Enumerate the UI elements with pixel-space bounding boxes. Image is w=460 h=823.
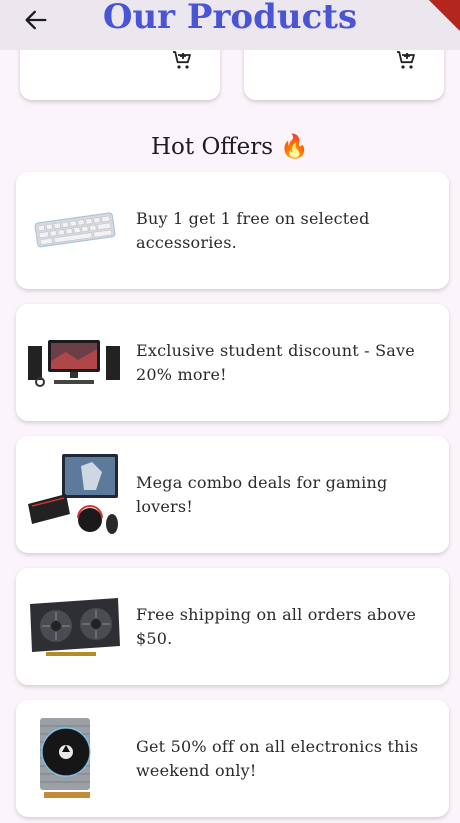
offer-card[interactable]: Buy 1 get 1 free on selected accessories…	[16, 172, 449, 289]
app-bar: Our Products	[0, 0, 460, 50]
hot-offers-title: Hot Offers 🔥	[150, 134, 309, 160]
graphics-card-image	[30, 598, 120, 656]
offer-text: Buy 1 get 1 free on selected accessories…	[136, 208, 370, 252]
add-cart-icon[interactable]	[170, 48, 194, 72]
cpu-cooler-image	[40, 718, 91, 798]
gaming-combo-image	[28, 454, 118, 534]
offer-text: Free shipping on all orders above $50.	[136, 604, 416, 648]
offer-text: Exclusive student discount - Save 20% mo…	[136, 340, 415, 384]
offer-text: Get 50% off on all electronics this week…	[136, 736, 419, 780]
offer-card[interactable]: Exclusive student discount - Save 20% mo…	[16, 304, 449, 421]
keyboard-image	[34, 212, 116, 248]
desktop-setup-image	[28, 340, 120, 387]
offer-card[interactable]: Get 50% off on all electronics this week…	[16, 700, 449, 817]
offer-card[interactable]: Free shipping on all orders above $50.	[16, 568, 449, 685]
page-title: Our Products	[102, 0, 358, 37]
offer-card[interactable]: Mega combo deals for gaming lovers!	[16, 436, 449, 553]
add-cart-icon[interactable]	[394, 48, 418, 72]
offer-text: Mega combo deals for gaming lovers!	[136, 472, 388, 516]
